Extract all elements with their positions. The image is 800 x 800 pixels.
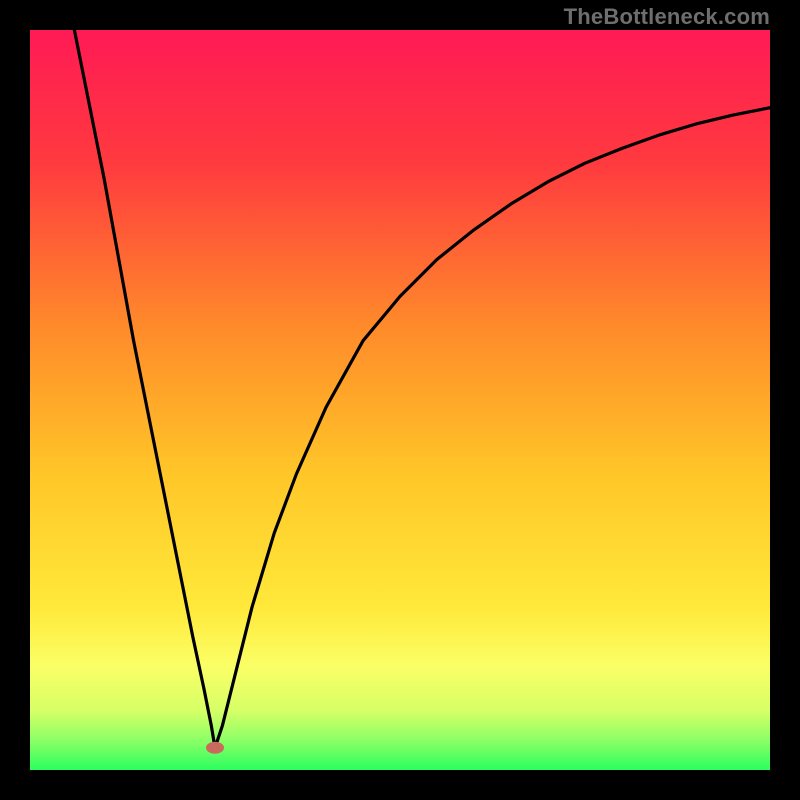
gradient-background [30,30,770,770]
chart-frame: TheBottleneck.com [0,0,800,800]
watermark-text: TheBottleneck.com [564,4,770,30]
minimum-marker [206,742,224,754]
chart-plot-area [30,30,770,770]
chart-svg [30,30,770,770]
